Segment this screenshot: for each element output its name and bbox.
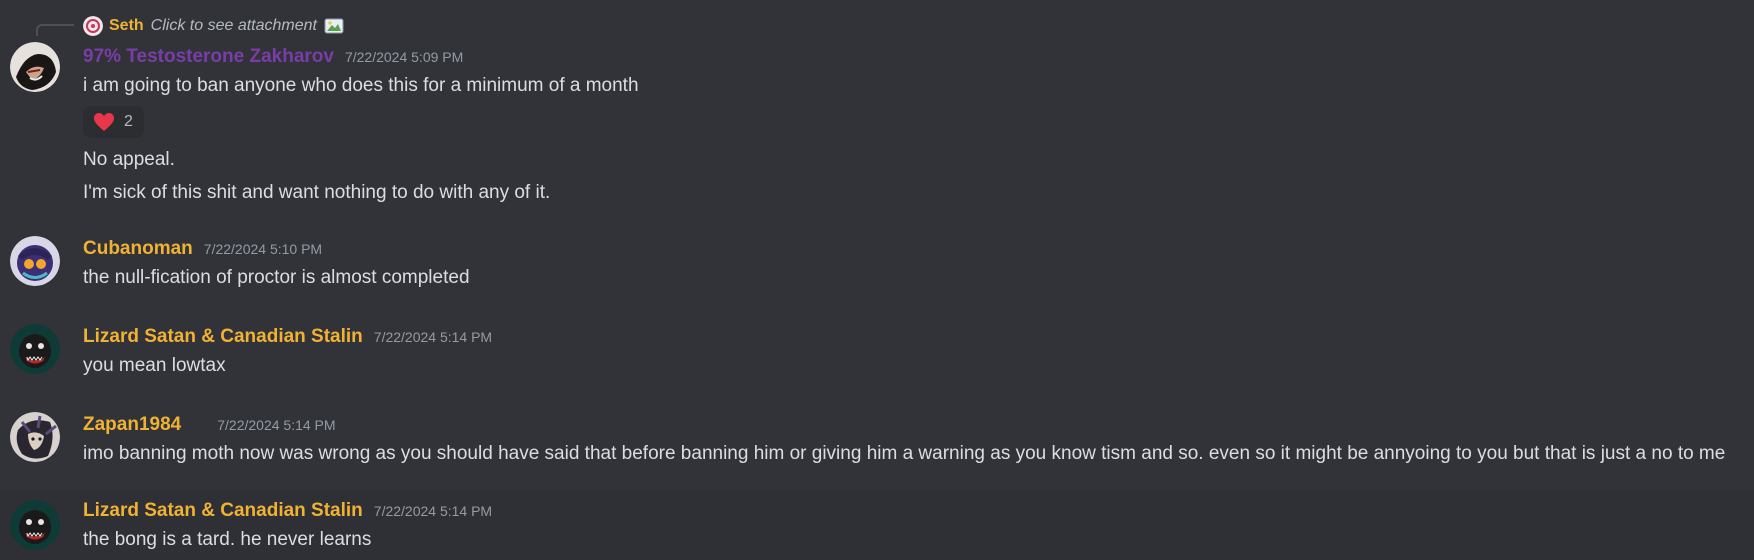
timestamp[interactable]: 7/22/2024 5:14 PM [374, 503, 492, 519]
reply-preview[interactable]: Seth Click to see attachment [83, 15, 344, 37]
username[interactable]: 97% Testosterone Zakharov [83, 46, 334, 68]
username[interactable]: Lizard Satan & Canadian Stalin [83, 326, 363, 348]
zapan-avatar[interactable] [10, 412, 60, 462]
message-text: imo banning moth now was wrong as you sh… [83, 443, 1726, 464]
username[interactable]: Lizard Satan & Canadian Stalin [83, 500, 363, 522]
lizard-avatar[interactable] [10, 324, 60, 374]
message-text: you mean lowtax [83, 355, 226, 376]
timestamp[interactable]: 7/22/2024 5:09 PM [345, 49, 463, 65]
message-header: Cubanoman 7/22/2024 5:10 PM [83, 238, 322, 260]
reply-connector [36, 24, 74, 36]
message-text: No appeal. [83, 149, 175, 170]
lizard-avatar[interactable] [10, 500, 60, 550]
timestamp[interactable]: 7/22/2024 5:14 PM [217, 417, 335, 433]
timestamp[interactable]: 7/22/2024 5:10 PM [204, 241, 322, 257]
image-icon [324, 18, 344, 34]
message-group: Zapan1984 7/22/2024 5:14 PM imo banning … [0, 402, 1754, 474]
message-header: Zapan1984 7/22/2024 5:14 PM [83, 414, 336, 436]
reaction-count: 2 [124, 113, 133, 130]
message-group: Lizard Satan & Canadian Stalin 7/22/2024… [0, 314, 1754, 386]
zakharov-avatar[interactable] [10, 42, 60, 92]
message-group: Lizard Satan & Canadian Stalin 7/22/2024… [0, 490, 1754, 560]
message-text: i am going to ban anyone who does this f… [83, 75, 639, 96]
reaction-button[interactable]: 2 [83, 106, 144, 138]
seth-avatar-icon [83, 16, 103, 36]
message-header: 97% Testosterone Zakharov 7/22/2024 5:09… [83, 46, 463, 68]
message-header: Lizard Satan & Canadian Stalin 7/22/2024… [83, 326, 492, 348]
username[interactable]: Zapan1984 [83, 414, 181, 436]
message-text: the bong is a tard. he never learns [83, 529, 372, 550]
message-text: the null-fication of proctor is almost c… [83, 267, 470, 288]
reply-author[interactable]: Seth [109, 17, 144, 35]
message-group: Cubanoman 7/22/2024 5:10 PM the null-fic… [0, 226, 1754, 298]
timestamp[interactable]: 7/22/2024 5:14 PM [374, 329, 492, 345]
cubanoman-avatar[interactable] [10, 236, 60, 286]
message-group: Seth Click to see attachment 97% Testost… [0, 0, 1754, 210]
chat-message-list: Seth Click to see attachment 97% Testost… [0, 0, 1754, 560]
message-text: I'm sick of this shit and want nothing t… [83, 182, 551, 203]
heart-icon [93, 112, 115, 132]
message-header: Lizard Satan & Canadian Stalin 7/22/2024… [83, 500, 492, 522]
username[interactable]: Cubanoman [83, 238, 193, 260]
reply-text[interactable]: Click to see attachment [151, 17, 317, 35]
